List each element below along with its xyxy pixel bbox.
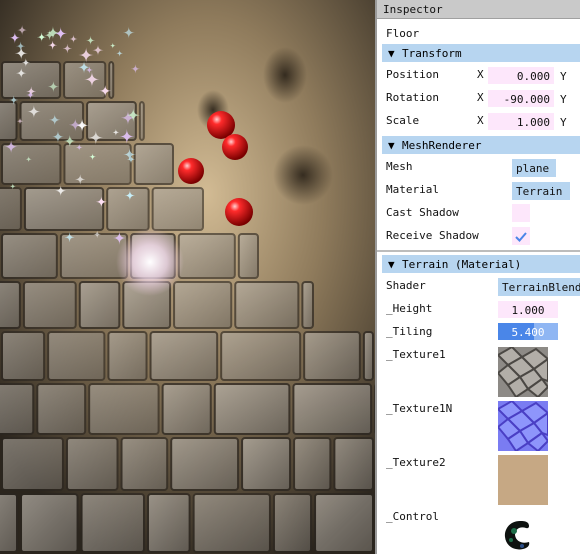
rotation-x-field[interactable]: -90.000 (488, 90, 554, 107)
inspector-title: Inspector (377, 0, 580, 19)
tiling-label: _Tiling (386, 325, 433, 338)
scene-viewport[interactable] (0, 0, 375, 554)
scale-y-axis-label: Y (560, 116, 567, 129)
object-name: Floor (386, 27, 420, 40)
section-divider (377, 250, 580, 252)
texture1n-label: _Texture1N (386, 402, 453, 415)
material-field[interactable]: Terrain (512, 182, 570, 200)
texture2-label: _Texture2 (386, 456, 446, 469)
material-label: Material (386, 183, 439, 196)
scale-label: Scale (386, 114, 420, 127)
control-map-image (504, 521, 530, 550)
texture1n-thumbnail[interactable] (496, 399, 550, 453)
point-light-glow (116, 228, 184, 296)
texture2-thumbnail[interactable] (498, 455, 548, 505)
height-label: _Height (386, 302, 433, 315)
red-sphere (225, 198, 253, 226)
position-x-axis-label: X (477, 68, 484, 81)
tiling-value: 5.400 (511, 326, 545, 339)
checkmark-icon (515, 232, 527, 242)
collapse-triangle-icon: ▼ (388, 47, 395, 60)
rotation-label: Rotation (386, 91, 439, 104)
stone-texture-image (496, 345, 550, 399)
collapse-triangle-icon: ▼ (388, 139, 395, 152)
transform-title: Transform (402, 47, 462, 60)
scene-render (0, 0, 375, 554)
meshrenderer-title: MeshRenderer (402, 139, 482, 152)
rotation-y-axis-label: Y (560, 93, 567, 106)
texture1-label: _Texture1 (386, 348, 446, 361)
receive-shadow-checkbox[interactable] (512, 227, 530, 245)
height-field[interactable]: 1.000 (498, 301, 558, 318)
control-thumbnail[interactable] (498, 509, 548, 554)
collapse-triangle-icon: ▼ (388, 258, 395, 271)
sphere-shadow (263, 47, 307, 103)
receive-shadow-label: Receive Shadow (386, 229, 479, 242)
mesh-field[interactable]: plane (512, 159, 556, 177)
tiling-slider[interactable]: 5.400 (498, 323, 558, 340)
material-section-header[interactable]: ▼ Terrain (Material) (382, 255, 580, 273)
normal-map-image (496, 399, 550, 453)
material-section-title: Terrain (Material) (402, 258, 522, 271)
position-y-axis-label: Y (560, 70, 567, 83)
inspector-panel: Inspector Floor ▼ Transform Position X 0.… (375, 0, 580, 554)
sphere-shadow (273, 145, 333, 205)
transform-section-header[interactable]: ▼ Transform (382, 44, 580, 62)
red-sphere (222, 134, 248, 160)
cast-shadow-checkbox[interactable] (512, 204, 530, 222)
shader-label: Shader (386, 279, 426, 292)
shader-field[interactable]: TerrainBlend (498, 278, 580, 296)
mesh-label: Mesh (386, 160, 413, 173)
red-sphere (178, 158, 204, 184)
texture1-thumbnail[interactable] (496, 345, 550, 399)
meshrenderer-section-header[interactable]: ▼ MeshRenderer (382, 136, 580, 154)
cast-shadow-label: Cast Shadow (386, 206, 459, 219)
position-label: Position (386, 68, 439, 81)
scale-x-field[interactable]: 1.000 (488, 113, 554, 130)
position-x-field[interactable]: 0.000 (488, 67, 554, 84)
control-label: _Control (386, 510, 439, 523)
scale-x-axis-label: X (477, 114, 484, 127)
rotation-x-axis-label: X (477, 91, 484, 104)
